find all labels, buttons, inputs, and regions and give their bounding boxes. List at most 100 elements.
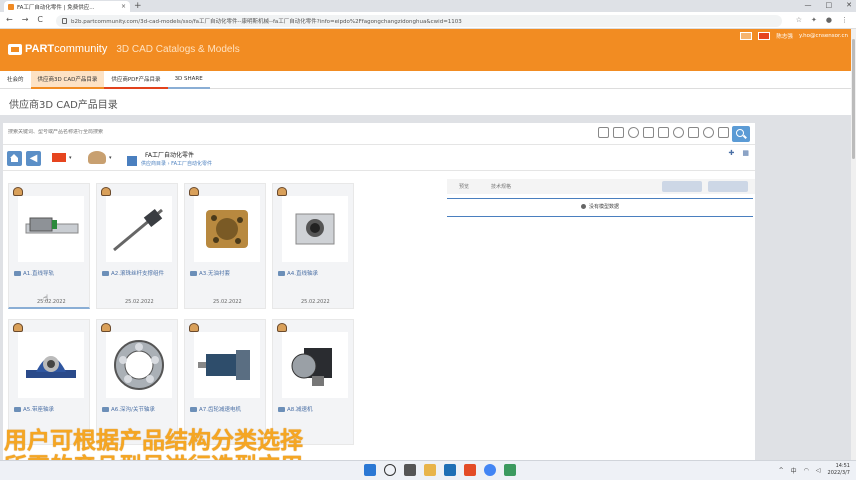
product-label[interactable]: A8.减速机 bbox=[287, 405, 313, 413]
catalog-badge-icon bbox=[189, 187, 199, 196]
caption-line-1: 用户可根据产品结构分类选择 bbox=[4, 428, 303, 454]
product-card[interactable]: A3.无油衬套 25.02.2022 bbox=[184, 183, 266, 309]
product-label[interactable]: A3.无油衬套 bbox=[199, 269, 230, 277]
wifi-icon[interactable]: ◠ bbox=[804, 467, 809, 474]
file-explorer-icon[interactable] bbox=[424, 464, 436, 476]
at-icon[interactable] bbox=[703, 127, 714, 138]
product-label[interactable]: A7.齿轮减速电机 bbox=[199, 405, 241, 413]
hierarchy-icon[interactable] bbox=[598, 127, 609, 138]
star-icon[interactable]: ☆ bbox=[796, 16, 802, 24]
browser-tabbar: FA工厂自动化零件 | 免费供应... × + — □ ✕ bbox=[0, 0, 856, 12]
windows-start-icon[interactable] bbox=[364, 464, 376, 476]
url-field[interactable]: b2b.partcommunity.com/3d-cad-models/sso/… bbox=[56, 15, 782, 27]
store-icon[interactable] bbox=[444, 464, 456, 476]
page-scrollbar[interactable] bbox=[851, 29, 856, 460]
user-name[interactable]: 陈志强 bbox=[776, 32, 793, 40]
close-window-button[interactable]: ✕ bbox=[846, 0, 852, 11]
product-card[interactable]: A1.直线导轨 25.02.2022 bbox=[8, 183, 90, 309]
product-card[interactable]: A6.深沟/关节轴承 bbox=[96, 319, 178, 445]
back-arrow-icon[interactable]: ← bbox=[6, 15, 13, 24]
profile-icon[interactable]: ● bbox=[826, 16, 832, 24]
breadcrumb[interactable]: 供应商目录 › FA工厂自动化零件 bbox=[141, 160, 212, 167]
product-card[interactable]: A8.减速机 bbox=[272, 319, 354, 445]
minimize-button[interactable]: — bbox=[805, 0, 812, 11]
search-tools bbox=[598, 127, 729, 138]
product-grid: A1.直线导轨 25.02.2022 A2.滚珠丝杆支撑组件 25.02.202… bbox=[3, 171, 437, 460]
preview-action-button[interactable] bbox=[708, 181, 748, 192]
settings-icon[interactable] bbox=[628, 127, 639, 138]
task-view-icon[interactable] bbox=[404, 464, 416, 476]
breadcrumb-folder-icon bbox=[127, 156, 137, 166]
chevron-up-icon[interactable]: ^ bbox=[779, 467, 784, 474]
pin-icon[interactable]: ✚ bbox=[729, 149, 735, 157]
document-icon[interactable] bbox=[688, 127, 699, 138]
browser-tab-title: FA工厂自动化零件 | 免费供应... bbox=[17, 4, 95, 11]
grid-view-icon[interactable]: ▦ bbox=[742, 149, 749, 157]
tab-3d-cad-catalogs[interactable]: 供应商3D CAD产品目录 bbox=[30, 71, 105, 89]
product-label[interactable]: A4.直线轴承 bbox=[287, 269, 318, 277]
reload-icon[interactable]: C bbox=[37, 15, 43, 24]
back-button[interactable]: ◀ bbox=[26, 151, 41, 166]
app-icon[interactable] bbox=[464, 464, 476, 476]
volume-icon[interactable]: ◁ bbox=[816, 467, 821, 474]
filter-icon[interactable] bbox=[718, 127, 729, 138]
browser-extensions: ☆ ✦ ● ⋮ bbox=[796, 16, 848, 24]
catalog-dropdown[interactable]: ▾ bbox=[88, 151, 112, 164]
tab-close-icon[interactable]: × bbox=[121, 3, 126, 10]
search-input[interactable] bbox=[8, 129, 388, 135]
home-button[interactable] bbox=[7, 151, 22, 166]
product-label[interactable]: A5.带座轴承 bbox=[23, 405, 54, 413]
scrollbar-thumb[interactable] bbox=[852, 39, 855, 159]
pencil-icon[interactable] bbox=[658, 127, 669, 138]
product-card[interactable]: A4.直线轴承 25.02.2022 bbox=[272, 183, 354, 309]
lock-icon bbox=[62, 18, 67, 24]
formula-icon[interactable] bbox=[643, 127, 654, 138]
maximize-button[interactable]: □ bbox=[826, 0, 833, 11]
preview-action-button[interactable] bbox=[662, 181, 702, 192]
menu-icon[interactable]: ⋮ bbox=[841, 16, 848, 24]
ball-screw-image bbox=[106, 196, 172, 262]
linear-bearing-image bbox=[282, 196, 348, 262]
app-icon[interactable] bbox=[504, 464, 516, 476]
system-tray: ^ 中 ◠ ◁ 14:51 2022/3/7 bbox=[779, 463, 850, 477]
site-logo[interactable]: PARTcommunity 3D CAD Catalogs & Models bbox=[8, 43, 240, 55]
window-controls: — □ ✕ bbox=[805, 0, 853, 11]
product-card[interactable]: A7.齿轮减速电机 bbox=[184, 319, 266, 445]
chrome-icon[interactable] bbox=[484, 464, 496, 476]
view-controls: ✚ ▦ bbox=[729, 149, 750, 157]
product-label[interactable]: A2.滚珠丝杆支撑组件 bbox=[111, 269, 164, 277]
user-email[interactable]: y.ho@cnsensor.cn bbox=[799, 33, 848, 39]
input-language[interactable]: 中 bbox=[791, 466, 797, 475]
catalog-badge-icon bbox=[101, 323, 111, 332]
product-label[interactable]: A6.深沟/关节轴承 bbox=[111, 405, 155, 413]
tab-preview[interactable]: 预览 bbox=[459, 183, 469, 190]
browser-tab[interactable]: FA工厂自动化零件 | 免费供应... × bbox=[4, 1, 130, 12]
search-icon[interactable] bbox=[384, 464, 396, 476]
forward-arrow-icon[interactable]: → bbox=[22, 15, 29, 24]
tab-3d-share[interactable]: 3D SHARE bbox=[167, 71, 210, 89]
product-card[interactable]: A5.带座轴承 bbox=[8, 319, 90, 445]
new-tab-button[interactable]: + bbox=[134, 1, 142, 11]
clock-date: 2022/3/7 bbox=[827, 470, 850, 476]
catalog-badge-icon bbox=[277, 187, 287, 196]
tag-icon[interactable] bbox=[673, 127, 684, 138]
region-dropdown[interactable]: ▾ bbox=[52, 153, 72, 162]
extensions-icon[interactable]: ✦ bbox=[811, 16, 817, 24]
language-flag-icon[interactable] bbox=[758, 32, 771, 40]
url-text[interactable]: b2b.partcommunity.com/3d-cad-models/sso/… bbox=[71, 17, 462, 25]
folder-icon bbox=[14, 407, 21, 412]
clock[interactable]: 14:51 2022/3/7 bbox=[828, 463, 850, 477]
product-card[interactable]: A2.滚珠丝杆支撑组件 25.02.2022 bbox=[96, 183, 178, 309]
mail-icon[interactable] bbox=[740, 32, 753, 40]
search-button[interactable] bbox=[732, 126, 750, 142]
user-strip: 陈志强 y.ho@cnsensor.cn bbox=[740, 32, 848, 40]
catalog-toolbar: ◀ ▾ ▾ FA工厂自动化零件 供应商目录 › FA工厂自动化零件 ✚ ▦ bbox=[3, 145, 755, 171]
oilless-bushing-image bbox=[194, 196, 260, 262]
product-date: 25.02.2022 bbox=[301, 299, 330, 305]
tab-pdf-catalogs[interactable]: 供应商PDF产品目录 bbox=[104, 71, 168, 89]
main-nav: 社会的 供应商3D CAD产品目录 供应商PDF产品目录 3D SHARE bbox=[0, 71, 856, 89]
tab-social[interactable]: 社会的 bbox=[0, 71, 31, 89]
cube-icon[interactable] bbox=[613, 127, 624, 138]
product-label[interactable]: A1.直线导轨 bbox=[23, 269, 54, 277]
tab-specs[interactable]: 技术规格 bbox=[491, 183, 511, 190]
